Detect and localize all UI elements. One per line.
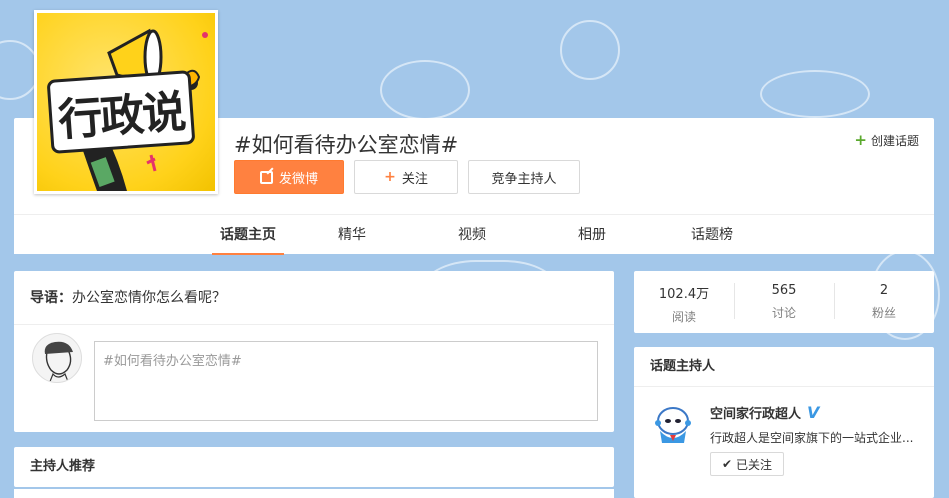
compose-input[interactable] xyxy=(94,341,598,421)
followed-button[interactable]: ✔ 已关注 xyxy=(710,452,784,476)
host-name-text: 空间家行政超人 xyxy=(710,407,802,422)
cover-title-text: 行政说 xyxy=(46,70,196,154)
follow-button[interactable]: + 关注 xyxy=(354,160,458,194)
stat-fans: 2 粉丝 xyxy=(834,283,934,321)
check-icon: ✔ xyxy=(721,457,733,471)
stat-value: 102.4万 xyxy=(658,287,710,302)
host-description: 行政超人是空间家旗下的一站式企业... xyxy=(710,431,914,445)
host-recommend-title: 主持人推荐 xyxy=(30,459,96,474)
create-topic-label: 创建话题 xyxy=(870,133,919,148)
tab-featured[interactable]: 精华 xyxy=(316,215,388,255)
host-section-title: 话题主持人 xyxy=(634,347,934,387)
stats-card: 102.4万 阅读 565 讨论 2 粉丝 xyxy=(634,271,934,333)
intro-card: 导语：办公室恋情你怎么看呢？ xyxy=(14,271,614,432)
robot-avatar-icon xyxy=(655,407,691,443)
user-avatar[interactable] xyxy=(32,333,82,383)
post-weibo-label: 发微博 xyxy=(278,171,318,187)
post-weibo-button[interactable]: 发微博 xyxy=(234,160,344,194)
host-recommend-card: 主持人推荐 xyxy=(14,447,614,487)
tab-video[interactable]: 视频 xyxy=(436,215,508,255)
topic-host-card: 话题主持人 空间家行政超人 V 行政超人是空间家旗下的一站式企业... ✔ 已关… xyxy=(634,347,934,498)
stat-discussions: 565 讨论 xyxy=(734,283,834,321)
host-name[interactable]: 空间家行政超人 V xyxy=(710,403,819,422)
stat-label: 阅读 xyxy=(671,310,696,324)
stat-label: 讨论 xyxy=(771,306,796,320)
create-topic-link[interactable]: + 创建话题 xyxy=(854,131,919,149)
compete-host-label: 竞争主持人 xyxy=(491,171,557,187)
intro-line: 导语：办公室恋情你怎么看呢？ xyxy=(14,271,614,325)
tab-album[interactable]: 相册 xyxy=(556,215,628,255)
stat-label: 粉丝 xyxy=(871,306,896,320)
plus-icon: + xyxy=(384,169,396,185)
feed-card-edge xyxy=(14,489,614,498)
compete-host-button[interactable]: 竞争主持人 xyxy=(468,160,580,194)
verified-icon: V xyxy=(807,403,820,422)
topic-nav: 话题主页 精华 视频 相册 话题榜 xyxy=(14,214,934,255)
stat-value: 2 xyxy=(879,283,889,298)
follow-label: 关注 xyxy=(401,171,428,187)
stat-reads: 102.4万 阅读 xyxy=(634,283,734,325)
tab-ranking[interactable]: 话题榜 xyxy=(676,215,748,255)
followed-label: 已关注 xyxy=(736,457,773,472)
avatar-sketch-icon xyxy=(44,341,73,382)
stat-value: 565 xyxy=(771,283,797,298)
host-avatar[interactable] xyxy=(650,401,696,447)
page-title: #如何看待办公室恋情# xyxy=(234,133,459,157)
tab-home[interactable]: 话题主页 xyxy=(212,215,284,255)
edit-icon xyxy=(259,170,273,184)
intro-label: 导语： xyxy=(30,290,72,306)
plus-icon: + xyxy=(854,131,867,149)
intro-text: 办公室恋情你怎么看呢？ xyxy=(72,290,226,306)
topic-cover-image: 行政说 xyxy=(34,10,218,194)
